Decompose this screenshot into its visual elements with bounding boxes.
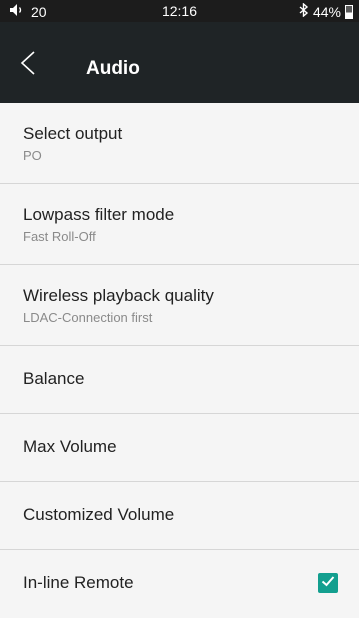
setting-title: Wireless playback quality xyxy=(23,286,214,305)
setting-lowpass-filter-mode[interactable]: Lowpass filter mode Fast Roll-Off xyxy=(0,184,359,265)
in-line-remote-checkbox[interactable] xyxy=(318,573,338,593)
status-right: 44% xyxy=(299,2,353,20)
setting-title: Balance xyxy=(23,369,85,388)
settings-list: Select output PO Lowpass filter mode Fas… xyxy=(0,103,359,618)
setting-title: Select output xyxy=(23,124,123,143)
back-button[interactable] xyxy=(16,50,42,76)
setting-wireless-playback-quality[interactable]: Wireless playback quality LDAC-Connectio… xyxy=(0,265,359,346)
battery-icon xyxy=(345,4,353,19)
setting-select-output[interactable]: Select output PO xyxy=(0,103,359,184)
chevron-left-icon xyxy=(16,51,42,80)
battery-percent: 44% xyxy=(312,3,341,20)
bluetooth-icon xyxy=(299,2,309,20)
setting-customized-volume[interactable]: Customized Volume xyxy=(0,482,359,550)
setting-in-line-remote[interactable]: In-line Remote xyxy=(0,550,359,618)
check-icon xyxy=(320,573,336,594)
setting-max-volume[interactable]: Max Volume xyxy=(0,414,359,482)
setting-title: In-line Remote xyxy=(23,573,134,592)
page-title: Audio xyxy=(86,58,140,79)
setting-title: Customized Volume xyxy=(23,505,175,524)
setting-value: LDAC-Connection first xyxy=(23,310,153,325)
setting-title: Max Volume xyxy=(23,437,117,456)
setting-value: PO xyxy=(23,148,42,163)
setting-value: Fast Roll-Off xyxy=(23,229,96,244)
setting-title: Lowpass filter mode xyxy=(23,205,175,224)
setting-balance[interactable]: Balance xyxy=(0,346,359,414)
app-bar: Audio xyxy=(0,22,359,103)
status-bar: 20 12:16 44% xyxy=(0,0,359,22)
